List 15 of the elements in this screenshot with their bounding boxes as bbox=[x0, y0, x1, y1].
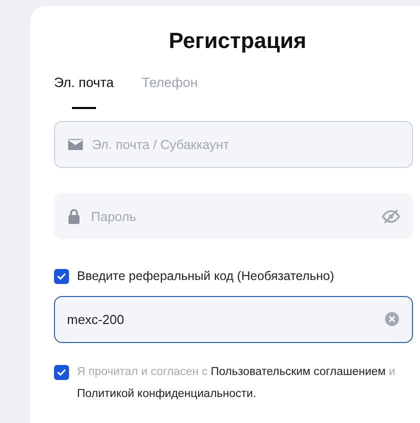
lock-icon bbox=[68, 209, 80, 224]
envelope-icon bbox=[68, 139, 83, 150]
email-field[interactable]: Эл. почта / Субаккаунт bbox=[54, 121, 413, 168]
checkbox[interactable] bbox=[54, 364, 69, 380]
checkbox[interactable] bbox=[54, 268, 69, 284]
password-field[interactable]: Пароль bbox=[54, 193, 413, 239]
tab[interactable]: Эл. почта bbox=[54, 73, 114, 109]
page-title: Регистрация bbox=[168, 27, 308, 55]
terms-link[interactable]: Пользовательским соглашением bbox=[210, 366, 386, 378]
agreement-text: Я прочитал и согласен с Пользовательским соглашением и Политикой конфиденциальности. bbox=[77, 364, 396, 402]
checkmark-icon bbox=[56, 366, 67, 378]
privacy-link[interactable]: Политикой конфиденциальности bbox=[77, 388, 253, 400]
referral-field[interactable]: mexc-200 bbox=[54, 296, 413, 343]
referral-label: Введите реферальный код (Необязательно) bbox=[77, 268, 334, 285]
checkmark-icon bbox=[56, 270, 67, 282]
